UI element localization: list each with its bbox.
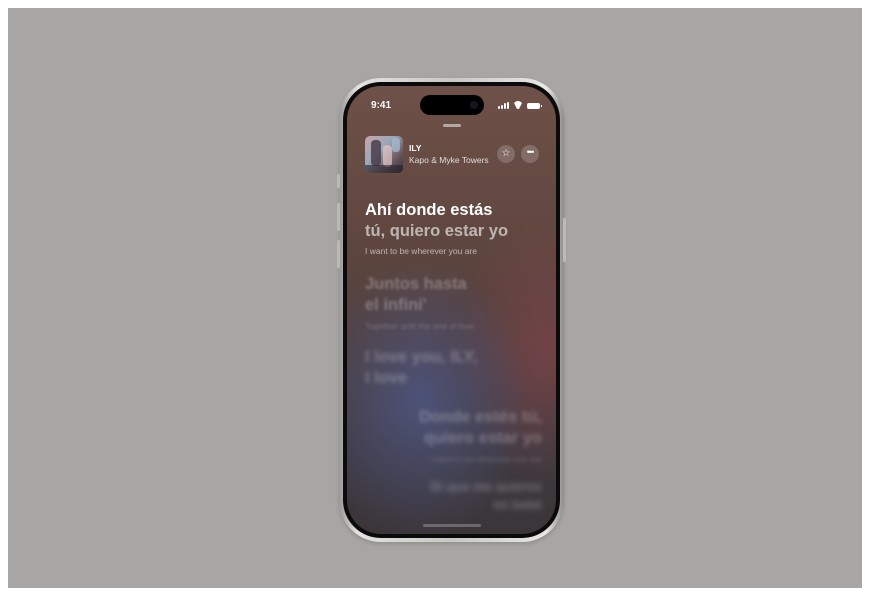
lyric-translation: Together until the end of love [365,321,475,331]
star-icon: ☆ [501,148,511,159]
status-icons [498,101,542,109]
active-lyric-translation: I want to be wherever you are [365,246,477,256]
wifi-icon [513,101,523,109]
album-artwork[interactable] [365,136,403,173]
more-options-button[interactable]: ••• [521,145,539,163]
song-artist: Kapo & Myke Towers [409,155,489,165]
lyric-line[interactable]: Juntos hasta [365,275,467,294]
lyric-translation: I want to be wherever you are [430,454,542,464]
active-lyric-line-1[interactable]: Ahí donde estás [365,201,492,220]
lyric-line[interactable]: el infini' [365,296,427,315]
lyric-line[interactable]: I love you, ILY, [365,348,477,367]
lyric-line[interactable]: mi bebé [493,497,542,512]
power-button [563,218,566,262]
status-time: 9:41 [371,100,392,111]
lyric-line[interactable]: quiero estar yo [424,429,542,448]
cellular-signal-icon [498,102,509,109]
action-button [337,174,340,188]
lyric-line[interactable]: Donde estés tú, [419,408,542,427]
lyric-line[interactable]: Di que me quieres [430,479,542,494]
lyrics-screen: 9:41 ILY Kapo & Myke Towers ☆ ••• Ahí do… [347,86,556,534]
active-lyric-line-2[interactable]: tú, quiero estar yo [365,222,508,241]
sheet-grabber-handle[interactable] [443,124,461,127]
phone-frame: 9:41 ILY Kapo & Myke Towers ☆ ••• Ahí do… [337,78,566,542]
lyric-line[interactable]: I love [365,369,407,388]
song-title: ILY [409,143,422,153]
favorite-button[interactable]: ☆ [497,145,515,163]
dynamic-island [420,95,484,115]
home-indicator[interactable] [423,524,481,527]
ellipsis-icon: ••• [526,147,535,157]
battery-icon [527,103,542,109]
phone-bezel: 9:41 ILY Kapo & Myke Towers ☆ ••• Ahí do… [343,82,560,538]
camera-icon [470,101,478,109]
volume-down-button [337,240,340,268]
volume-up-button [337,203,340,231]
backdrop: 9:41 ILY Kapo & Myke Towers ☆ ••• Ahí do… [8,8,862,588]
